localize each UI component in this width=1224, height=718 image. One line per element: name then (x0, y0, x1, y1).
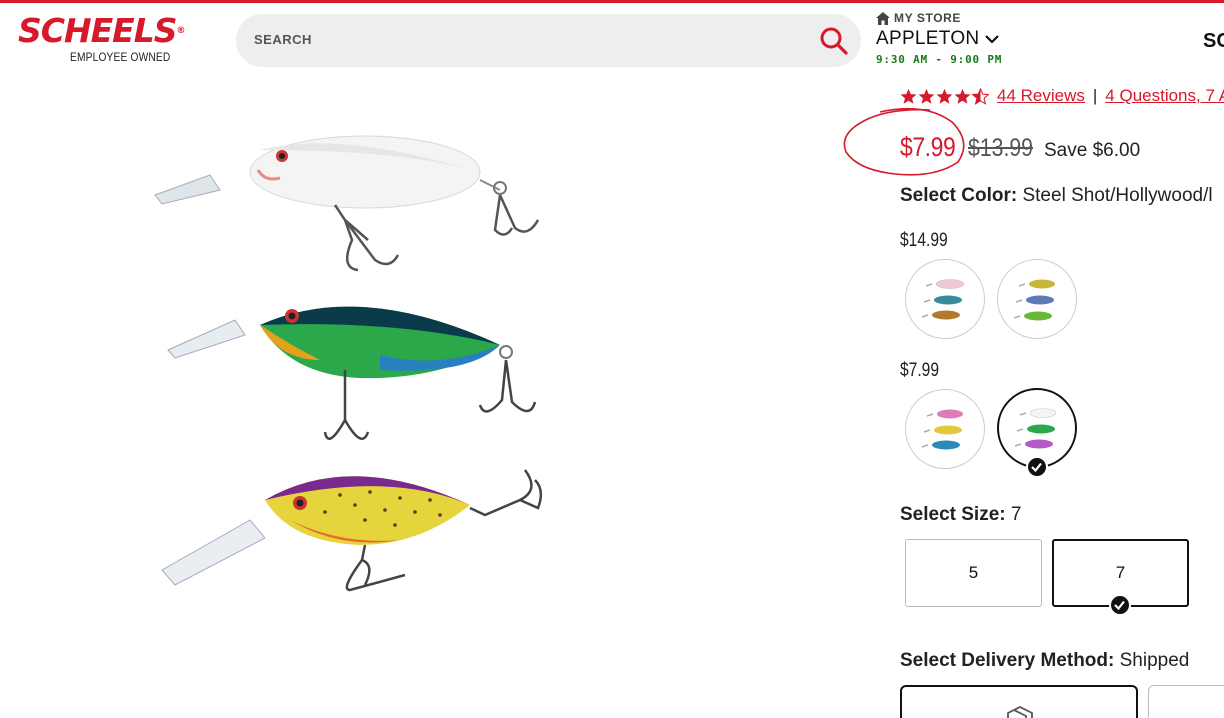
top-accent-bar (0, 0, 1224, 3)
select-color-row: Select Color: Steel Shot/Hollywood/l (900, 185, 1213, 207)
delivery-option-shipped[interactable] (900, 685, 1138, 718)
selected-check-icon (1109, 594, 1131, 616)
original-price: $13.99 (968, 134, 1033, 162)
home-icon (876, 11, 890, 25)
brand-logo[interactable]: SCHEELS® EMPLOYEE OWNED (18, 14, 218, 66)
size-option[interactable]: 5 (905, 539, 1042, 607)
search-icon[interactable] (819, 26, 849, 56)
size-option-label: 7 (1115, 563, 1126, 582)
reviews-link[interactable]: 44 Reviews (997, 86, 1085, 106)
header-link-clipped[interactable]: SC (1203, 30, 1224, 53)
select-color-label: Select Color: (900, 185, 1018, 206)
search-bar[interactable]: SEARCH (236, 14, 861, 67)
star-icon (900, 88, 917, 104)
select-delivery-row: Select Delivery Method: Shipped (900, 650, 1189, 672)
product-image[interactable] (140, 120, 560, 610)
star-icon (954, 88, 971, 104)
store-label: MY STORE (894, 11, 962, 25)
sale-price: $7.99 (900, 132, 956, 162)
star-rating (900, 87, 989, 105)
rating-row: 44 Reviews | 4 Questions, 7 A (900, 86, 1224, 106)
price-tier-label: $14.99 (900, 230, 948, 251)
rating-separator: | (1092, 86, 1098, 105)
brand-tagline: EMPLOYEE OWNED (70, 50, 171, 64)
price-tier-label: $7.99 (900, 360, 939, 381)
lure-white (154, 135, 540, 272)
select-delivery-value: Shipped (1119, 650, 1190, 671)
price-row: $7.99 $13.99 Save $6.00 (900, 132, 1140, 163)
delivery-option-other[interactable] (1148, 685, 1224, 718)
color-swatch[interactable] (997, 259, 1077, 339)
questions-link[interactable]: 4 Questions, 7 A (1105, 86, 1224, 106)
lure-pack-thumbnail (921, 409, 963, 450)
star-icon (918, 88, 935, 104)
color-swatch[interactable] (905, 259, 985, 339)
box-icon (1007, 705, 1033, 718)
store-name[interactable]: APPLETON (876, 28, 979, 50)
store-selector[interactable]: MY STORE APPLETON 9:30 AM - 9:00 PM (876, 11, 1076, 66)
brand-name: SCHEELS (18, 11, 177, 50)
lure-pack-thumbnail (1014, 408, 1057, 449)
star-half-icon (972, 87, 989, 105)
size-option-label: 5 (968, 563, 979, 582)
lure-pack-thumbnail (921, 279, 965, 320)
search-input[interactable]: SEARCH (254, 32, 312, 47)
savings-text: Save $6.00 (1044, 140, 1141, 161)
store-hours: 9:30 AM - 9:00 PM (876, 53, 1003, 66)
color-swatch[interactable] (905, 389, 985, 469)
select-size-label: Select Size: (900, 504, 1006, 525)
select-color-value: Steel Shot/Hollywood/l (1022, 185, 1213, 206)
star-icon (936, 88, 953, 104)
select-delivery-label: Select Delivery Method: (900, 650, 1115, 671)
selected-check-icon (1026, 456, 1048, 478)
chevron-down-icon[interactable] (985, 34, 1000, 44)
lure-green (167, 306, 537, 440)
lure-pack-thumbnail (1013, 279, 1055, 321)
select-size-row: Select Size: 7 (900, 504, 1021, 526)
select-size-value: 7 (1010, 504, 1022, 525)
lure-purple (161, 469, 543, 592)
